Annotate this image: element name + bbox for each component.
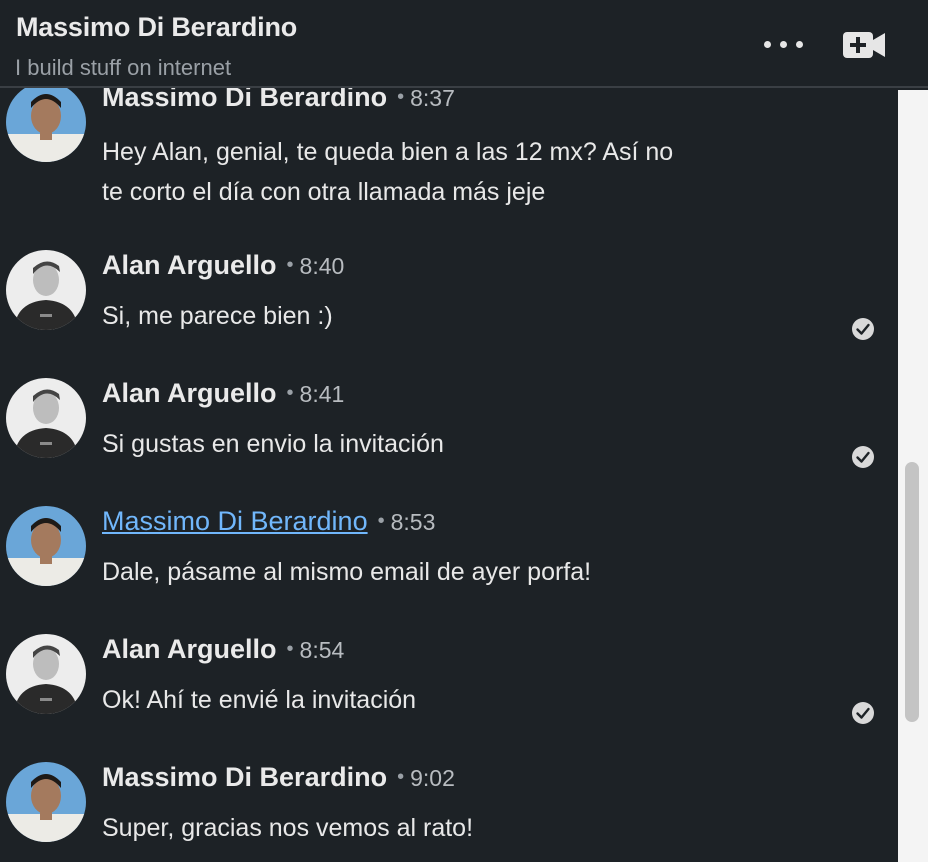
message-body: Super, gracias nos vemos al rato! (102, 808, 782, 848)
read-receipt-icon (852, 446, 874, 468)
message-line: Si, me parece bien :) (102, 302, 333, 330)
read-receipt-icon (852, 318, 874, 340)
message-body: Dale, pásame al mismo email de ayer porf… (102, 552, 782, 592)
sender-name[interactable]: Alan Arguello (102, 634, 277, 664)
sender-name[interactable]: Massimo Di Berardino (102, 762, 387, 792)
avatar-alan[interactable] (6, 634, 86, 714)
message-body: Si gustas en envio la invitación (102, 424, 782, 464)
avatar-massimo[interactable] (6, 762, 86, 842)
message-item: Alan Arguello • 8:40 Si, me parece bien :) (0, 250, 900, 360)
message-item: Massimo Di Berardino • 8:37 Hey Alan, geni… (0, 88, 900, 222)
separator-dot: • (286, 382, 294, 404)
message-line: Ok! Ahí te envié la invitación (102, 686, 417, 714)
message-body: Hey Alan, genial, te queda bien a las 12… (102, 132, 782, 212)
message-time: 8:54 (299, 637, 345, 663)
separator-dot: • (286, 254, 294, 276)
message-line: Si gustas en envio la invitación (102, 430, 444, 458)
scrollbar-thumb[interactable] (905, 462, 919, 722)
video-call-plus-icon (843, 32, 885, 58)
message-header: Alan Arguello • 8:41 (102, 378, 344, 410)
sender-name-link[interactable]: Massimo Di Berardino (102, 506, 368, 536)
message-item: Massimo Di Berardino • 9:02 Super, gracias… (0, 762, 900, 862)
message-item: Massimo Di Berardino • 8:53 Dale, pásame a… (0, 506, 900, 616)
message-item: Alan Arguello • 8:54 Ok! Ahí te envié la i… (0, 634, 900, 744)
message-header: Alan Arguello • 8:40 (102, 250, 344, 282)
message-body: Si, me parece bien :) (102, 296, 782, 336)
message-header: Massimo Di Berardino • 8:53 (102, 506, 435, 538)
message-line: Dale, pásame al mismo email de ayer porf… (102, 558, 592, 586)
message-time: 8:40 (299, 253, 345, 279)
conversation-header: Massimo Di Berardino I build stuff on in… (0, 0, 928, 88)
contact-headline: I build stuff on internet (15, 55, 232, 80)
more-options-button[interactable] (762, 30, 806, 58)
sender-name[interactable]: Alan Arguello (102, 378, 277, 408)
message-header: Massimo Di Berardino • 8:37 (102, 88, 455, 114)
message-line: Hey Alan, genial, te queda bien a las 12… (102, 138, 674, 166)
video-call-button[interactable] (840, 28, 888, 62)
separator-dot: • (377, 510, 385, 532)
avatar-massimo[interactable] (6, 88, 86, 162)
separator-dot: • (286, 638, 294, 660)
avatar-alan[interactable] (6, 378, 86, 458)
avatar-alan[interactable] (6, 250, 86, 330)
sender-name[interactable]: Alan Arguello (102, 250, 277, 280)
message-header: Alan Arguello • 8:54 (102, 634, 344, 666)
message-time: 9:02 (410, 765, 455, 791)
message-list[interactable]: Massimo Di Berardino • 8:37 Hey Alan, geni… (0, 88, 900, 862)
message-time: 8:53 (390, 509, 436, 535)
separator-dot: • (397, 88, 405, 108)
message-header: Massimo Di Berardino • 9:02 (102, 762, 455, 794)
message-body: Ok! Ahí te envié la invitación (102, 680, 782, 720)
message-time: 8:37 (410, 88, 455, 111)
read-receipt-icon (852, 702, 874, 724)
message-time: 8:41 (299, 381, 345, 407)
sender-name[interactable]: Massimo Di Berardino (102, 88, 387, 112)
message-line: te corto el día con otra llamada más jej… (102, 178, 546, 206)
avatar-massimo[interactable] (6, 506, 86, 586)
message-item: Alan Arguello • 8:41 Si gustas en envio la… (0, 378, 900, 488)
separator-dot: • (397, 766, 405, 788)
message-line: Super, gracias nos vemos al rato! (102, 814, 474, 842)
contact-name[interactable]: Massimo Di Berardino (16, 12, 297, 43)
